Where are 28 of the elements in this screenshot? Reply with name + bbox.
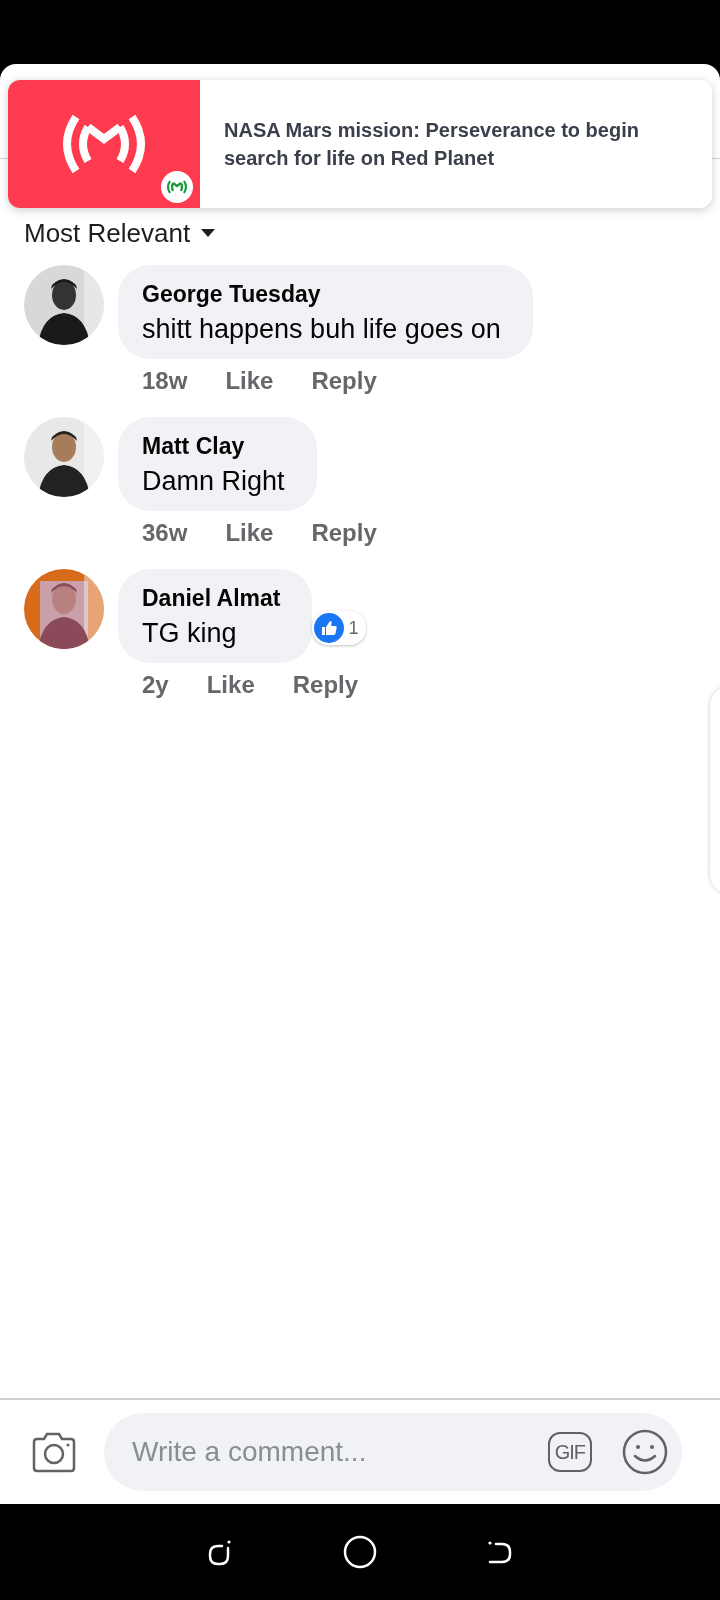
emoji-icon[interactable] [622,1429,668,1475]
comment-author[interactable]: George Tuesday [142,281,501,308]
comment-time: 36w [142,519,188,547]
comment-field[interactable]: Write a comment... GIF [104,1413,682,1491]
sort-label[interactable]: Most Relevant [24,217,191,249]
gif-button[interactable]: GIF [547,1432,592,1472]
home-icon[interactable] [343,1535,377,1569]
reaction-count: 1 [348,617,359,639]
comment-time: 18w [142,367,188,395]
reaction-badge[interactable]: 1 [312,611,367,645]
notification-headline: NASA Mars mission: Perseverance to begin search for life on Red Planet [223,118,640,171]
comment-time: 2y [142,671,169,699]
like-link[interactable]: Like [225,367,274,395]
thumbs-up-icon [314,613,345,643]
reply-link[interactable]: Reply [292,671,359,699]
like-link[interactable]: Like [206,671,255,699]
app-badge-icon [160,170,194,204]
comment-text: shitt happens buh life goes on [142,314,501,345]
like-link[interactable]: Like [225,519,274,547]
reply-link[interactable]: Reply [311,519,377,547]
comment-author[interactable]: Daniel Almat [142,585,281,612]
comment-text: Damn Right [142,466,285,497]
comment-author[interactable]: Matt Clay [142,433,285,460]
comment-text: TG king [142,618,238,649]
news-notification[interactable]: NASA Mars mission: Perseverance to begin search for life on Red Planet [8,80,712,208]
camera-icon[interactable] [30,1430,78,1474]
caret-icon [200,228,217,238]
reply-link[interactable]: Reply [311,367,377,395]
